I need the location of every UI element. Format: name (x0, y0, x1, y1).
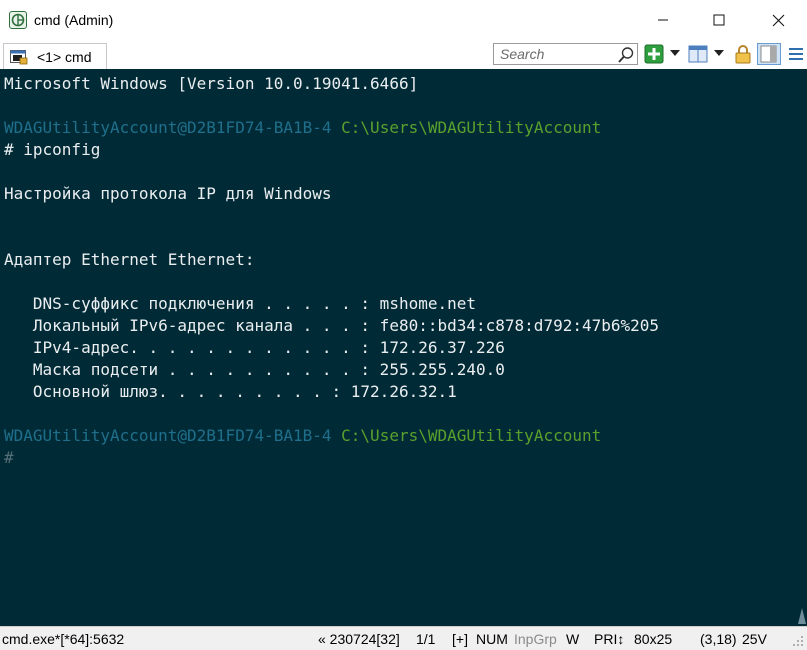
split-dropdown-icon[interactable] (714, 50, 724, 56)
panel-icon[interactable] (757, 43, 781, 65)
lock-icon[interactable] (733, 44, 753, 64)
console-line: Microsoft Windows [Version 10.0.19041.64… (4, 74, 419, 93)
window-title: cmd (Admin) (34, 12, 114, 28)
new-console-icon[interactable] (644, 44, 664, 64)
status-plus[interactable]: [+] (452, 631, 468, 647)
close-button[interactable] (755, 0, 801, 40)
console-line: Настройка протокола IP для Windows (4, 184, 332, 203)
status-inpgrp[interactable]: InpGrp (514, 631, 557, 647)
tab-bar: <1> cmd (0, 40, 807, 69)
prompt-hash: # (4, 448, 14, 467)
console-line: Адаптер Ethernet Ethernet: (4, 250, 255, 269)
search-box[interactable] (493, 43, 638, 65)
console-line: IPv4-адрес. . . . . . . . . . . . : 172.… (4, 338, 505, 357)
console-line: DNS-суффикс подключения . . . . . : msho… (4, 294, 477, 313)
search-icon[interactable] (617, 46, 635, 64)
status-w[interactable]: W (566, 631, 579, 647)
status-num[interactable]: NUM (476, 631, 508, 647)
prompt-path: C:\Users\WDAGUtilityAccount (341, 118, 602, 137)
minimize-icon (658, 19, 668, 21)
prompt-line: WDAGUtilityAccount@D2B1FD74-BA1B-4 C:\Us… (4, 425, 601, 447)
split-icon[interactable] (688, 44, 708, 64)
status-process[interactable]: cmd.exe*[*64]:5632 (2, 631, 124, 647)
console-line: # ipconfig (4, 140, 101, 159)
minimize-button[interactable] (640, 0, 686, 40)
title-bar: cmd (Admin) (0, 0, 807, 40)
console-line: Маска подсети . . . . . . . . . . : 255.… (4, 360, 505, 379)
console-tab-icon (10, 50, 28, 65)
tab-label: <1> cmd (37, 49, 92, 65)
resize-grip-icon[interactable] (790, 633, 804, 647)
prompt-line: WDAGUtilityAccount@D2B1FD74-BA1B-4 C:\Us… (4, 117, 601, 139)
search-input[interactable] (494, 44, 614, 64)
console-line: Основной шлюз. . . . . . . . . : 172.26.… (4, 382, 457, 401)
conemu-app-icon[interactable] (9, 11, 27, 29)
status-cursor[interactable]: (3,18) (700, 631, 737, 647)
tab-cmd[interactable]: <1> cmd (3, 43, 107, 69)
close-icon (772, 14, 784, 26)
console-area[interactable]: Microsoft Windows [Version 10.0.19041.64… (0, 69, 807, 626)
prompt-path: C:\Users\WDAGUtilityAccount (341, 426, 602, 445)
console-line: Локальный IPv6-адрес канала . . . : fe80… (4, 316, 660, 335)
maximize-button[interactable] (696, 0, 742, 40)
prompt-user: WDAGUtilityAccount@D2B1FD74-BA1B-4 (4, 118, 332, 137)
new-console-dropdown-icon[interactable] (670, 50, 680, 56)
menu-icon[interactable] (786, 44, 806, 64)
status-voltage[interactable]: 25V (742, 631, 767, 647)
status-size[interactable]: 80x25 (634, 631, 672, 647)
status-pages[interactable]: 1/1 (416, 631, 435, 647)
maximize-icon (713, 14, 725, 26)
scrollbar-arrow-icon[interactable] (797, 606, 807, 626)
status-bar: cmd.exe*[*64]:5632 « 230724[32] 1/1 [+] … (0, 626, 807, 650)
prompt-user: WDAGUtilityAccount@D2B1FD74-BA1B-4 (4, 426, 332, 445)
status-build[interactable]: « 230724[32] (318, 631, 400, 647)
status-pri[interactable]: PRI↕ (594, 631, 624, 647)
